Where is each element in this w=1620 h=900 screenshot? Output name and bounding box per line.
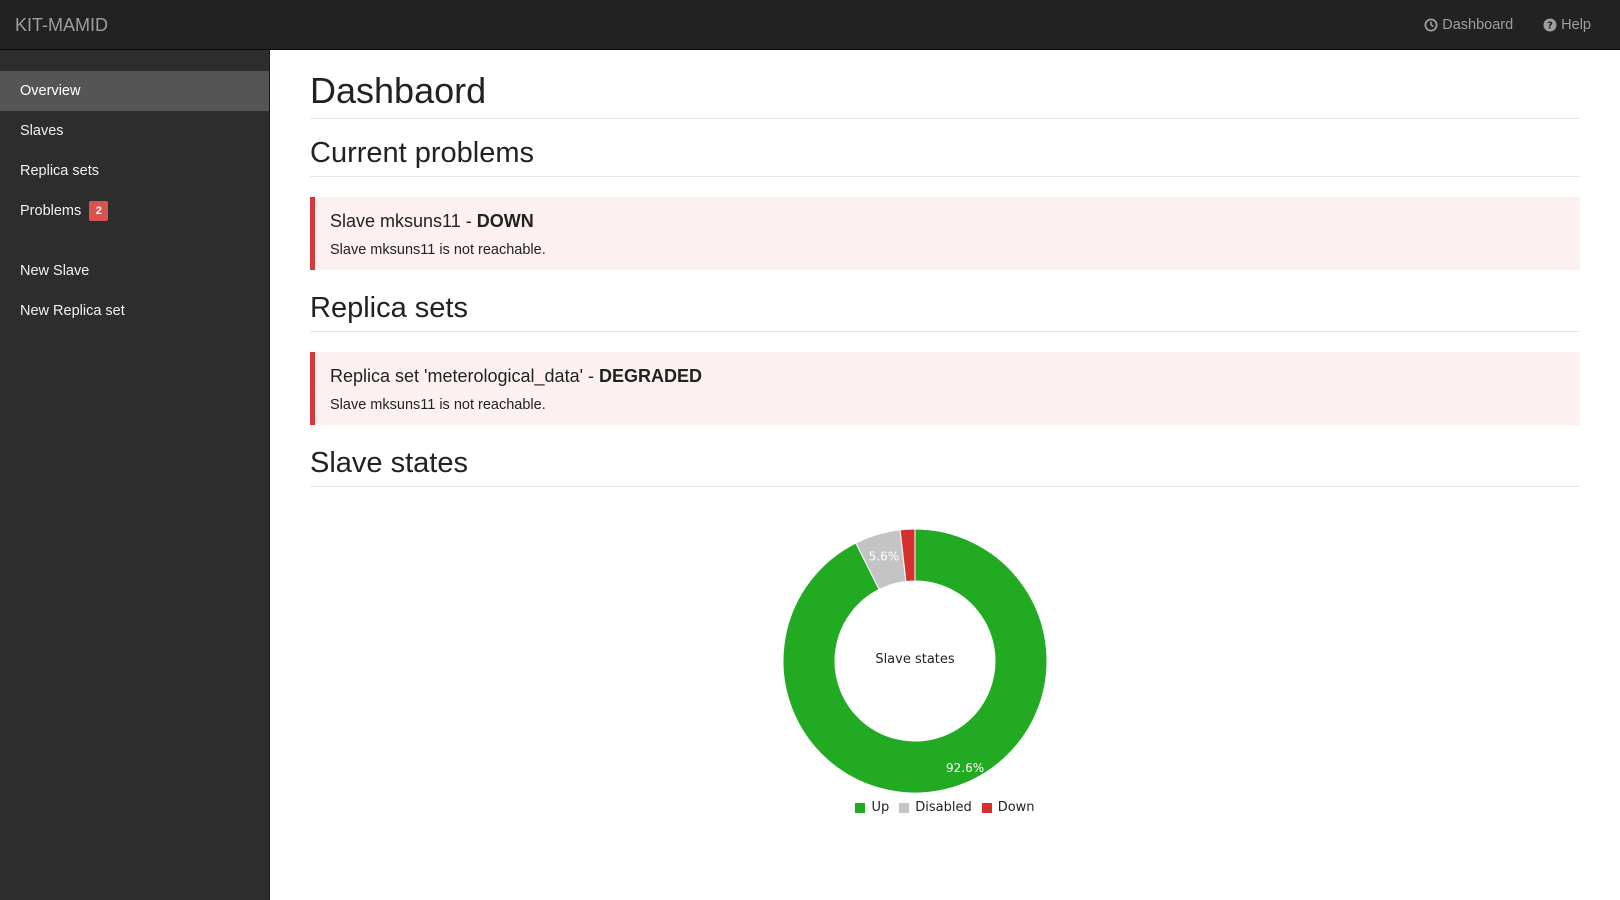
slave-states-chart: Slave states 92.6% 5.6% Up Disabled Down — [310, 507, 1580, 837]
svg-text:?: ? — [1547, 21, 1553, 32]
legend-label: Up — [871, 800, 890, 815]
main-content: Dashbaord Current problems Slave mksuns1… — [310, 50, 1580, 837]
top-nav: Dashboard ? Help — [1409, 0, 1606, 50]
chart-center-title: Slave states — [875, 652, 955, 667]
section-slave-states: Slave states — [310, 447, 1580, 487]
sidebar-item-label: New Slave — [20, 263, 90, 279]
slice-label-up: 92.6% — [946, 761, 984, 775]
legend-item-disabled[interactable]: Disabled — [899, 800, 972, 815]
alert-body: Slave mksuns11 is not reachable. — [330, 242, 546, 258]
alert-title: Replica set 'meterological_data' - DEGRA… — [330, 366, 1565, 387]
help-icon: ? — [1543, 18, 1557, 32]
alert-title-prefix: Slave mksuns11 - — [330, 211, 477, 231]
sidebar-item-problems[interactable]: Problems 2 — [0, 191, 269, 231]
alert-title-prefix: Replica set 'meterological_data' - — [330, 366, 600, 386]
nav-help-link[interactable]: ? Help — [1528, 0, 1606, 50]
alert-body: Slave mksuns11 is not reachable. — [330, 397, 546, 413]
legend-label: Down — [997, 800, 1035, 815]
section-replica-sets: Replica sets — [310, 292, 1580, 332]
alert-state: DEGRADED — [599, 366, 703, 386]
chart-legend: Up Disabled Down — [310, 800, 1580, 815]
top-navbar: KIT-MAMID Dashboard ? Help — [0, 0, 1620, 50]
sidebar-item-label: Slaves — [20, 123, 64, 139]
legend-item-up[interactable]: Up — [855, 800, 889, 815]
sidebar-item-label: New Replica set — [20, 303, 125, 319]
legend-label: Disabled — [915, 800, 972, 815]
sidebar-item-new-replica-set[interactable]: New Replica set — [0, 291, 269, 331]
sidebar-item-label: Problems — [20, 203, 82, 219]
sidebar-item-new-slave[interactable]: New Slave — [0, 251, 269, 291]
legend-swatch — [981, 802, 992, 813]
nav-dashboard-label: Dashboard — [1442, 17, 1514, 33]
legend-swatch — [899, 802, 910, 813]
slice-label-disabled: 5.6% — [869, 550, 900, 564]
section-current-problems: Current problems — [310, 137, 1580, 177]
page-title: Dashbaord — [310, 50, 1580, 119]
nav-help-label: Help — [1561, 17, 1591, 33]
sidebar-item-replica-sets[interactable]: Replica sets — [0, 151, 269, 191]
dashboard-icon — [1424, 18, 1438, 32]
problem-alert: Slave mksuns11 - DOWN Slave mksuns11 is … — [310, 197, 1580, 270]
donut-chart-svg: Slave states 92.6% 5.6% — [782, 528, 1048, 794]
sidebar-item-label: Replica sets — [20, 163, 99, 179]
alert-state: DOWN — [476, 211, 534, 231]
nav-dashboard-link[interactable]: Dashboard — [1409, 0, 1528, 50]
replica-alert: Replica set 'meterological_data' - DEGRA… — [310, 352, 1580, 425]
sidebar-item-slaves[interactable]: Slaves — [0, 111, 269, 151]
alert-title: Slave mksuns11 - DOWN — [330, 211, 1565, 232]
legend-swatch — [855, 802, 866, 813]
sidebar-item-overview[interactable]: Overview — [0, 71, 269, 111]
problems-count-badge: 2 — [89, 201, 109, 222]
brand-logo[interactable]: KIT-MAMID — [15, 0, 108, 50]
sidebar-item-label: Overview — [20, 83, 81, 99]
sidebar: Overview Slaves Replica sets Problems 2 … — [0, 50, 270, 900]
legend-item-down[interactable]: Down — [981, 800, 1035, 815]
